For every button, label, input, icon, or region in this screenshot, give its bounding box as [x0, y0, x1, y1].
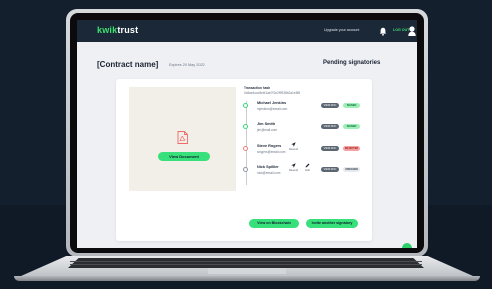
signatory-email: nick@email.com [257, 171, 281, 175]
view-doc-button[interactable]: VIEW DOC [321, 124, 339, 129]
laptop-keyboard [68, 258, 424, 268]
app-logo[interactable]: kwiktrust [97, 25, 138, 35]
edit-label: Edit [305, 169, 310, 172]
signatory-email: jim@mail.com [257, 128, 278, 132]
contract-expiry: Expires 20 May 2022 [169, 63, 205, 67]
laptop-trackpad [208, 268, 286, 274]
pdf-file-icon [177, 131, 188, 144]
document-preview: View Document [129, 87, 236, 191]
status-badge: REJECTED [343, 146, 360, 151]
user-avatar-icon[interactable] [408, 26, 416, 36]
section-title: Pending signatories [323, 60, 381, 66]
signatory-name: Nick Spillier [257, 165, 279, 169]
resend-action[interactable]: Resend [288, 142, 299, 154]
logo-prefix: kwik [97, 25, 118, 35]
transaction-hash-label: Transaction hash [244, 86, 271, 90]
contract-card: View Document Transaction hash 0x8ae4ccc… [116, 79, 372, 241]
signatory-name: Steve Rogers [257, 144, 282, 148]
send-icon [291, 142, 296, 147]
timeline-node-unsigned [243, 167, 248, 172]
contract-title: [Contract name] [97, 60, 159, 69]
timeline-node-signed [243, 124, 248, 129]
send-icon [291, 163, 296, 168]
view-on-blockchain-button[interactable]: View on Blockchain [249, 219, 299, 228]
resend-label: Resend [289, 169, 298, 172]
view-doc-button[interactable]: VIEW DOC [321, 103, 339, 108]
status-badge: UNSIGNED [343, 167, 360, 172]
status-badge: SIGNED [343, 124, 360, 129]
timeline-node-signed [243, 103, 248, 108]
keyboard-row [70, 261, 422, 262]
signatory-name: Michael Jenkins [257, 101, 287, 105]
resend-action[interactable]: Resend [288, 163, 299, 175]
view-doc-button[interactable]: VIEW DOC [321, 146, 339, 151]
signatory-email: mjenkins@email.com [257, 107, 288, 111]
upgrade-account-link[interactable]: Upgrade your account [324, 28, 359, 32]
bell-icon[interactable] [379, 27, 387, 36]
laptop-base-edge [14, 276, 480, 281]
laptop-screen: kwiktrust Upgrade your account LOG OUT [… [77, 20, 417, 248]
signatory-email: srogers@email.com [257, 150, 286, 154]
chat-button[interactable] [402, 243, 412, 248]
status-badge: SIGNED [343, 103, 360, 108]
signatory-name: Jim Smith [257, 122, 276, 126]
top-navbar: kwiktrust Upgrade your account LOG OUT [77, 20, 417, 42]
resend-label: Resend [289, 148, 298, 151]
view-doc-button[interactable]: VIEW DOC [321, 167, 339, 172]
timeline-line [246, 101, 247, 185]
edit-action[interactable]: Edit [302, 163, 313, 175]
view-document-button[interactable]: View Document [158, 152, 210, 161]
invite-signatory-button[interactable]: Invite another signatory [306, 219, 358, 228]
timeline-node-rejected [243, 146, 248, 151]
transaction-hash-value: 0x8ae4ccc8e4f1ab7f1b2f9938b2a1e5f8 [244, 91, 301, 95]
keyboard-row [70, 264, 422, 265]
logout-button[interactable]: LOG OUT [393, 28, 409, 32]
pencil-icon [305, 163, 310, 168]
logo-suffix: trust [117, 25, 139, 35]
